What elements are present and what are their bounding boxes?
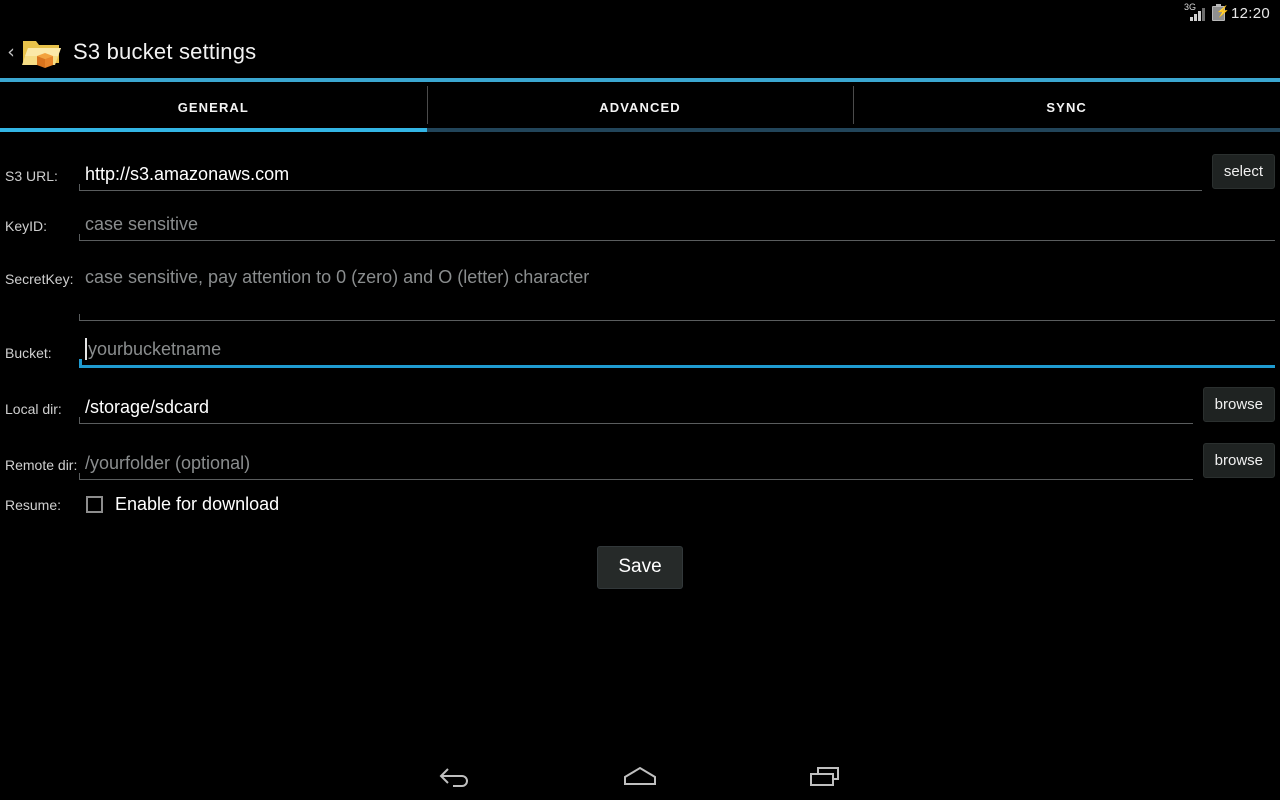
remote-dir-browse-button[interactable]: browse bbox=[1202, 443, 1275, 478]
label-bucket: Bucket: bbox=[5, 345, 52, 361]
local-dir-browse-button[interactable]: browse bbox=[1202, 387, 1275, 422]
secretkey-placeholder: case sensitive, pay attention to 0 (zero… bbox=[85, 267, 590, 287]
label-remote-dir: Remote dir: bbox=[5, 457, 78, 473]
keyid-input[interactable]: case sensitive bbox=[79, 211, 1275, 241]
remote-dir-input[interactable]: /yourfolder (optional) bbox=[79, 450, 1193, 480]
label-resume: Resume: bbox=[5, 496, 62, 513]
s3-url-select-button[interactable]: select bbox=[1211, 154, 1275, 189]
row-keyid: KeyID: case sensitive bbox=[0, 211, 1280, 241]
tab-sync-label: SYNC bbox=[1046, 99, 1087, 115]
tab-sync[interactable]: SYNC bbox=[853, 82, 1280, 132]
row-secretkey: SecretKey: case sensitive, pay attention… bbox=[0, 265, 1280, 321]
android-nav-bar bbox=[0, 752, 1280, 800]
signal-bars-icon: 3G bbox=[1184, 3, 1206, 21]
local-dir-value: /storage/sdcard bbox=[85, 397, 210, 417]
signal-bar-group bbox=[1189, 8, 1205, 21]
tab-general[interactable]: GENERAL bbox=[0, 82, 427, 132]
tab-advanced-label: ADVANCED bbox=[599, 99, 681, 115]
resume-checkbox[interactable] bbox=[86, 496, 103, 513]
label-s3-url: S3 URL: bbox=[5, 168, 58, 184]
tab-bar: GENERAL ADVANCED SYNC bbox=[0, 82, 1280, 132]
row-bucket: Bucket: yourbucketname bbox=[0, 338, 1280, 368]
label-local-dir: Local dir: bbox=[5, 401, 62, 417]
charging-bolt-icon: ⚡ bbox=[1215, 5, 1230, 18]
action-bar: ‹ S3 bucket settings bbox=[0, 26, 1280, 78]
nav-back-icon[interactable] bbox=[425, 756, 485, 796]
row-local-dir: Local dir: /storage/sdcard browse bbox=[0, 387, 1280, 424]
bucket-input[interactable]: yourbucketname bbox=[79, 338, 1275, 368]
label-secretkey: SecretKey: bbox=[5, 271, 74, 287]
folder-box-icon[interactable] bbox=[20, 32, 64, 72]
page-title: S3 bucket settings bbox=[73, 39, 257, 64]
nav-home-icon[interactable] bbox=[610, 756, 670, 796]
row-remote-dir: Remote dir: /yourfolder (optional) brows… bbox=[0, 443, 1280, 480]
battery-charging-icon: ⚡ bbox=[1211, 3, 1230, 21]
back-chevron-icon[interactable]: ‹ bbox=[2, 42, 20, 62]
status-bar: 3G ⚡ 12:20 bbox=[0, 0, 1280, 26]
keyid-placeholder: case sensitive bbox=[85, 214, 199, 234]
save-button[interactable]: Save bbox=[597, 546, 683, 589]
text-caret bbox=[85, 338, 87, 360]
nav-recents-icon[interactable] bbox=[795, 756, 855, 796]
bucket-placeholder: yourbucketname bbox=[88, 339, 222, 359]
status-icons: 3G ⚡ 12:20 bbox=[1184, 3, 1270, 22]
label-keyid: KeyID: bbox=[5, 218, 48, 234]
save-button-row: Save bbox=[0, 546, 1280, 589]
resume-checkbox-label[interactable]: Enable for download bbox=[115, 494, 279, 515]
status-clock: 12:20 bbox=[1230, 4, 1270, 22]
s3-url-input[interactable]: http://s3.amazonaws.com bbox=[79, 161, 1202, 191]
local-dir-input[interactable]: /storage/sdcard bbox=[79, 394, 1193, 424]
tab-general-label: GENERAL bbox=[177, 99, 249, 115]
row-s3-url: S3 URL: http://s3.amazonaws.com select bbox=[0, 154, 1280, 191]
settings-form: S3 URL: http://s3.amazonaws.com select K… bbox=[0, 132, 1280, 589]
remote-dir-placeholder: /yourfolder (optional) bbox=[85, 453, 251, 473]
row-resume: Resume: Enable for download bbox=[0, 494, 1280, 515]
android-screen: 3G ⚡ 12:20 ‹ S3 bucket settings GENERAL … bbox=[0, 0, 1280, 800]
tab-advanced[interactable]: ADVANCED bbox=[426, 82, 854, 132]
secretkey-input[interactable]: case sensitive, pay attention to 0 (zero… bbox=[79, 265, 1275, 321]
s3-url-value: http://s3.amazonaws.com bbox=[85, 164, 290, 184]
